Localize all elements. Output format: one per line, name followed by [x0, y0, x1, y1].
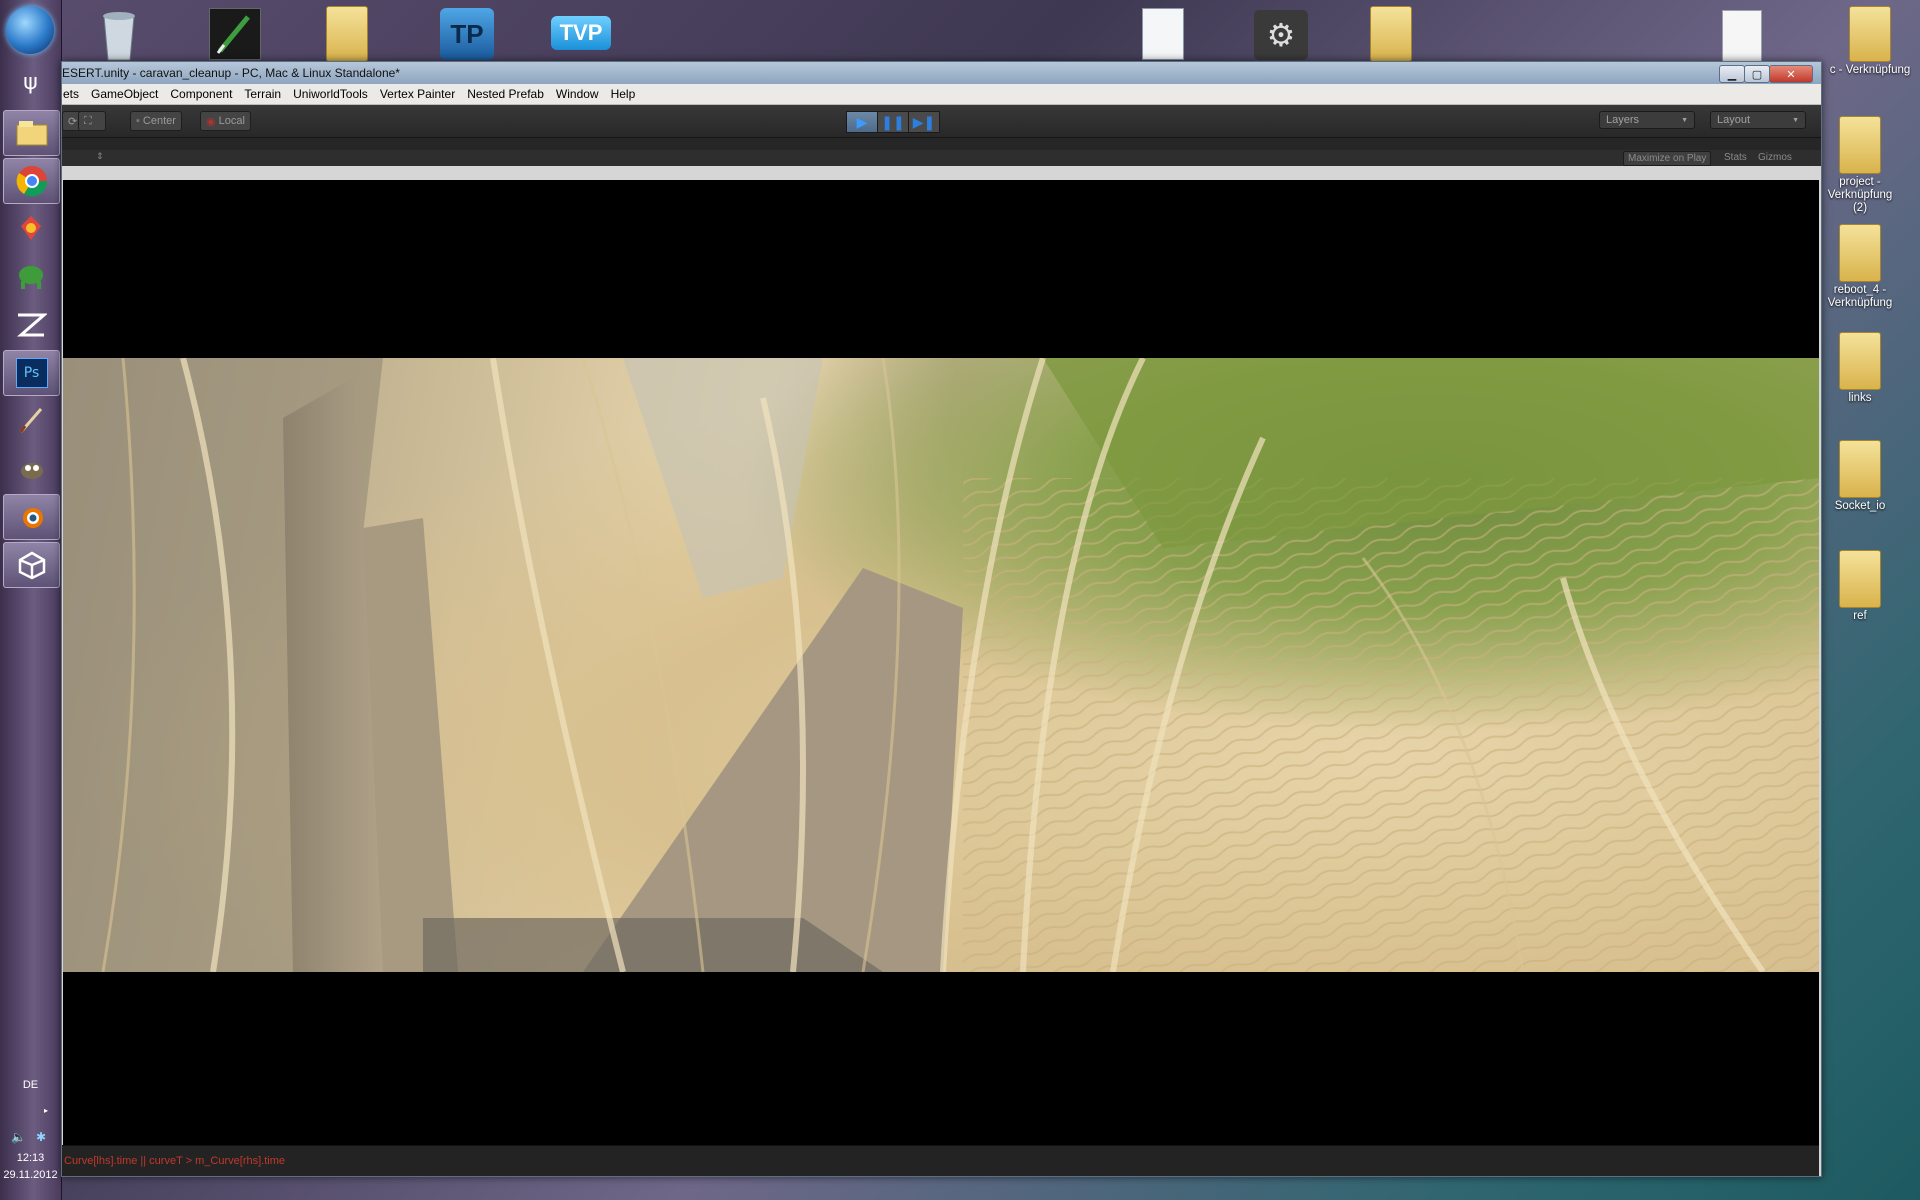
tray-expand-icon[interactable]: ▸ — [44, 1106, 48, 1115]
space-local-toggle[interactable]: ◉ Local — [200, 111, 251, 131]
minimize-button[interactable]: ▁ — [1719, 65, 1745, 83]
maximize-button[interactable]: ▢ — [1744, 65, 1770, 83]
status-bar[interactable]: Curve[lhs].time || curveT > m_Curve[rhs]… — [62, 1145, 1819, 1176]
text-file-icon[interactable] — [1707, 10, 1777, 62]
game-view-toolbar: ⇕ Maximize on Play Stats Gizmos — [62, 150, 1821, 166]
desktop-shortcut-reboot[interactable]: reboot_4 - Verknüpfung — [1820, 224, 1900, 310]
close-button[interactable]: ✕ — [1769, 65, 1813, 83]
inkscape-shortcut-icon[interactable] — [200, 8, 270, 60]
chevron-down-icon: ▼ — [1792, 116, 1799, 124]
layout-dropdown[interactable]: Layout ▼ — [1710, 111, 1806, 129]
pivot-icon: ▪ — [136, 115, 140, 127]
zbrush-icon[interactable] — [3, 302, 58, 346]
menu-help[interactable]: Help — [605, 87, 642, 101]
menu-window[interactable]: Window — [550, 87, 605, 101]
folder-icon[interactable] — [312, 6, 382, 62]
window-title: ESERT.unity - caravan_cleanup - PC, Mac … — [62, 66, 400, 80]
title-bar[interactable]: ESERT.unity - caravan_cleanup - PC, Mac … — [62, 62, 1821, 84]
scale-tool-icon[interactable]: ⛶ — [78, 111, 106, 131]
tvpaint-shortcut-icon[interactable]: TVP — [546, 16, 616, 50]
main-toolbar: ⟳ ⛶ ▪ Center ◉ Local ▶ ❚❚ ▶❚ Layers ▼ La… — [62, 105, 1821, 137]
menu-uniworldtools[interactable]: UniworldTools — [287, 87, 374, 101]
aspect-dropdown-icon[interactable]: ⇕ — [96, 151, 104, 162]
desktop-folder-ref[interactable]: ref — [1820, 550, 1900, 623]
unity-icon[interactable] — [3, 542, 60, 588]
menu-terrain[interactable]: Terrain — [238, 87, 287, 101]
psi-app-icon[interactable]: ψ — [3, 60, 58, 104]
chevron-down-icon: ▼ — [1681, 116, 1688, 124]
pivot-center-toggle[interactable]: ▪ Center — [130, 111, 182, 131]
play-button[interactable]: ▶ — [846, 111, 878, 133]
clock-date[interactable]: 29.11.2012 — [0, 1169, 61, 1181]
desktop-shortcut-project[interactable]: project - Verknüpfung (2) — [1820, 116, 1900, 215]
menu-assets[interactable]: ets — [62, 87, 85, 101]
document-icon[interactable] — [1128, 8, 1198, 60]
gizmos-dropdown[interactable]: Gizmos — [1754, 151, 1796, 164]
windows-start-icon[interactable] — [6, 6, 54, 54]
chrome-icon[interactable] — [3, 158, 60, 204]
console-error-message: Curve[lhs].time || curveT > m_Curve[rhs]… — [64, 1155, 285, 1167]
game-render-image — [63, 358, 1819, 972]
recycle-bin-icon[interactable] — [84, 4, 154, 67]
menu-gameobject[interactable]: GameObject — [85, 87, 164, 101]
settings-icon[interactable]: ⚙ — [1246, 10, 1316, 60]
volume-icon[interactable]: 🔈 — [11, 1130, 26, 1144]
texturepacker-shortcut-icon[interactable]: TP — [432, 8, 502, 60]
stats-toggle[interactable]: Stats — [1720, 151, 1751, 164]
gimp-icon[interactable] — [3, 446, 58, 490]
game-view[interactable] — [63, 180, 1819, 1145]
folder-icon-2[interactable] — [1356, 6, 1426, 62]
step-button[interactable]: ▶❚ — [908, 111, 940, 133]
language-indicator[interactable]: DE — [0, 1079, 61, 1091]
maximize-on-play-toggle[interactable]: Maximize on Play — [1623, 151, 1712, 166]
pen-icon[interactable] — [3, 398, 58, 442]
menu-nested-prefab[interactable]: Nested Prefab — [461, 87, 550, 101]
menu-bar: ets GameObject Component Terrain Uniworl… — [62, 84, 1821, 105]
desktop-folder-links[interactable]: links — [1820, 332, 1900, 405]
photoshop-icon[interactable]: Ps — [3, 350, 60, 396]
taskbar: ψ Ps DE ▸ 🔈 ✱ 12:13 29.11.2012 — [0, 0, 62, 1200]
desktop-folder-socket-io[interactable]: Socket_io — [1820, 440, 1900, 513]
menu-vertex-painter[interactable]: Vertex Painter — [374, 87, 461, 101]
desktop-shortcut-c[interactable]: c - Verknüpfung — [1820, 6, 1920, 77]
clock-time[interactable]: 12:13 — [0, 1152, 61, 1164]
unity-editor-window: ESERT.unity - caravan_cleanup - PC, Mac … — [61, 61, 1822, 1177]
app-green-icon[interactable] — [3, 254, 58, 298]
local-space-icon: ◉ — [206, 115, 216, 128]
pause-button[interactable]: ❚❚ — [877, 111, 909, 133]
file-explorer-icon[interactable] — [3, 110, 60, 156]
layers-dropdown[interactable]: Layers ▼ — [1599, 111, 1695, 129]
network-icon[interactable]: ✱ — [36, 1130, 46, 1144]
blender-icon[interactable] — [3, 494, 60, 540]
nvidia-icon[interactable] — [3, 206, 58, 250]
game-tab-strip: ≡ — [62, 137, 1821, 165]
menu-component[interactable]: Component — [164, 87, 238, 101]
